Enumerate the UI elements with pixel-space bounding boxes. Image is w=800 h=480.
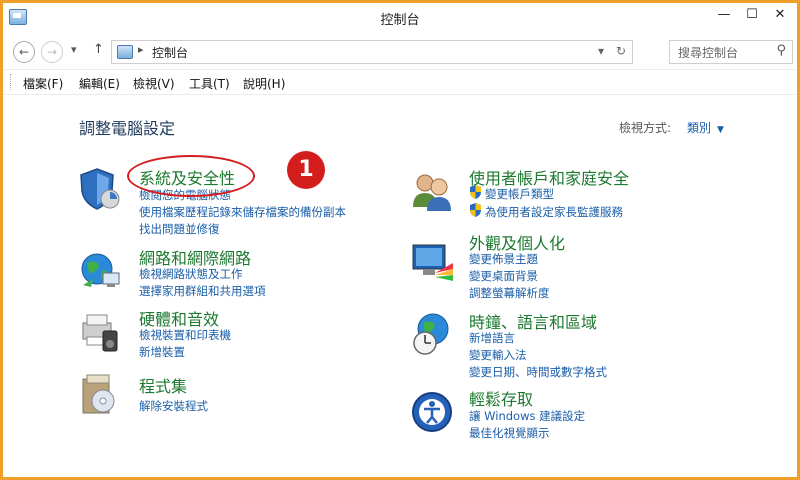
link-change-background[interactable]: 變更桌面背景 <box>469 268 538 284</box>
programs-icon[interactable] <box>77 371 123 417</box>
address-row: ← → ▾ ↑ ▸ 控制台 ▾ ↻ 搜尋控制台 ⚲ <box>3 37 797 67</box>
menu-help[interactable]: 說明(H) <box>243 75 285 92</box>
menu-grip <box>10 74 13 90</box>
system-security-icon[interactable] <box>77 165 123 211</box>
view-by-label: 檢視方式: <box>619 121 672 135</box>
clock-language-region-icon[interactable] <box>409 311 455 357</box>
link-optimize-visual[interactable]: 最佳化視覺顯示 <box>469 425 550 441</box>
link-troubleshoot[interactable]: 找出問題並修復 <box>139 221 220 237</box>
refresh-icon[interactable]: ↻ <box>616 44 626 58</box>
control-panel-icon <box>117 45 133 59</box>
annotation-highlight-ring <box>127 155 255 197</box>
link-file-history[interactable]: 使用檔案歷程記錄來儲存檔案的備份副本 <box>139 204 346 220</box>
user-accounts-icon[interactable] <box>409 169 455 215</box>
link-screen-resolution[interactable]: 調整螢幕解析度 <box>469 285 550 301</box>
link-change-input[interactable]: 變更輸入法 <box>469 347 527 363</box>
address-bar[interactable]: ▸ 控制台 ▾ ↻ <box>111 40 633 64</box>
recent-locations-dropdown[interactable]: ▾ <box>71 43 77 56</box>
link-devices-printers[interactable]: 檢視裝置和印表機 <box>139 327 231 343</box>
link-add-device[interactable]: 新增裝置 <box>139 344 185 360</box>
link-parental-controls[interactable]: 為使用者設定家長監護服務 <box>485 204 623 220</box>
menu-tools[interactable]: 工具(T) <box>189 75 230 92</box>
appearance-personalization-icon[interactable] <box>409 239 455 285</box>
menu-edit[interactable]: 編輯(E) <box>79 75 120 92</box>
link-uninstall-program[interactable]: 解除安裝程式 <box>139 398 208 414</box>
close-button[interactable]: ✕ <box>767 5 793 25</box>
network-internet-icon[interactable] <box>77 247 123 293</box>
window-title: 控制台 <box>380 13 420 28</box>
view-by-dropdown[interactable]: 類別 ▼ <box>687 119 724 136</box>
link-windows-suggest-settings[interactable]: 讓 Windows 建議設定 <box>469 408 585 424</box>
view-by-value: 類別 <box>687 121 712 135</box>
up-button[interactable]: ↑ <box>93 42 104 57</box>
search-icon[interactable]: ⚲ <box>776 43 786 58</box>
ease-of-access-icon[interactable] <box>409 389 455 435</box>
menu-file[interactable]: 檔案(F) <box>23 75 63 92</box>
page-title: 調整電腦設定 <box>79 119 176 138</box>
annotation-step-number: 1 <box>287 151 325 189</box>
uac-shield-icon <box>470 203 481 217</box>
link-homegroup[interactable]: 選擇家用群組和共用選項 <box>139 283 266 299</box>
link-change-account-type[interactable]: 變更帳戶類型 <box>485 186 554 202</box>
category-ease-of-access[interactable]: 輕鬆存取 <box>469 386 533 410</box>
link-add-language[interactable]: 新增語言 <box>469 330 515 346</box>
dropdown-arrow-icon: ▼ <box>717 125 724 135</box>
maximize-button[interactable]: ☐ <box>739 5 765 25</box>
link-date-time-format[interactable]: 變更日期、時間或數字格式 <box>469 364 607 380</box>
control-panel-window: 控制台 — ☐ ✕ ← → ▾ ↑ ▸ 控制台 ▾ ↻ 搜尋控制台 ⚲ 檔案(F… <box>0 0 800 480</box>
menu-bar: 檔案(F) 編輯(E) 檢視(V) 工具(T) 說明(H) <box>3 69 797 95</box>
category-programs[interactable]: 程式集 <box>139 373 187 397</box>
search-input[interactable]: 搜尋控制台 ⚲ <box>669 40 793 64</box>
address-dropdown-icon[interactable]: ▾ <box>598 44 604 58</box>
breadcrumb-separator-icon[interactable]: ▸ <box>138 43 144 56</box>
forward-button[interactable]: → <box>41 41 63 63</box>
back-button[interactable]: ← <box>13 41 35 63</box>
link-change-theme[interactable]: 變更佈景主題 <box>469 251 538 267</box>
title-bar: 控制台 — ☐ ✕ <box>3 3 797 33</box>
minimize-button[interactable]: — <box>711 5 737 25</box>
search-placeholder: 搜尋控制台 <box>678 46 739 60</box>
menu-view[interactable]: 檢視(V) <box>133 75 175 92</box>
hardware-sound-icon[interactable] <box>77 309 123 355</box>
breadcrumb-control-panel[interactable]: 控制台 <box>152 44 188 61</box>
uac-shield-icon <box>470 185 481 199</box>
link-network-status[interactable]: 檢視網路狀態及工作 <box>139 266 243 282</box>
